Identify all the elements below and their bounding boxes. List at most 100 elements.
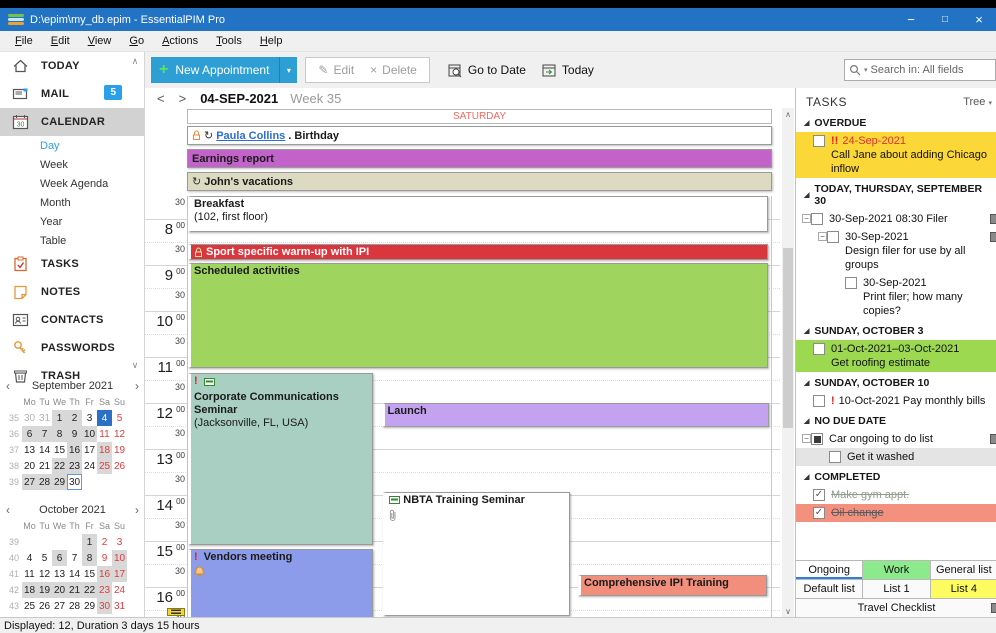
- prev-day-button[interactable]: <: [153, 91, 169, 106]
- sidebar-item-tasks[interactable]: TASKS: [0, 250, 144, 278]
- menu-actions[interactable]: Actions: [153, 32, 207, 50]
- sidebar-item-passwords[interactable]: PASSWORDS: [0, 334, 144, 362]
- mini-calendar-day[interactable]: 3: [112, 534, 127, 550]
- mini-calendar-day[interactable]: 24: [82, 458, 97, 474]
- menu-file[interactable]: File: [6, 32, 42, 50]
- mini-calendar-day[interactable]: 21: [37, 458, 52, 474]
- tab-work[interactable]: Work: [863, 561, 930, 579]
- task-checkbox[interactable]: [813, 135, 825, 147]
- menu-tools[interactable]: Tools: [207, 32, 251, 50]
- mini-calendar-day[interactable]: 7: [37, 426, 52, 442]
- task-row[interactable]: 30-Sep-2021Print filer; how many copies?: [796, 274, 996, 320]
- mini-calendar-day[interactable]: 14: [37, 442, 52, 458]
- mini-calendar-day[interactable]: 4: [97, 410, 112, 426]
- task-group-sunday-october-10[interactable]: ◢SUNDAY, OCTOBER 10: [796, 372, 996, 392]
- task-checkbox[interactable]: [811, 433, 823, 445]
- task-checkbox[interactable]: [845, 277, 857, 289]
- mini-calendar-day[interactable]: 9: [67, 426, 82, 442]
- sidebar-subitem-week-agenda[interactable]: Week Agenda: [0, 174, 144, 193]
- task-row[interactable]: −30-Sep-2021Design filer for use by all …: [796, 228, 996, 274]
- sidebar-subitem-month[interactable]: Month: [0, 193, 144, 212]
- tree-expander[interactable]: −: [802, 434, 811, 443]
- prev-month-arrow[interactable]: ‹: [6, 503, 16, 517]
- mini-calendar-day[interactable]: 6: [52, 550, 67, 566]
- event-breakfast[interactable]: Breakfast(102, first floor): [188, 196, 768, 232]
- mini-calendar-day[interactable]: 25: [97, 458, 112, 474]
- scroll-down-arrow[interactable]: ∨: [782, 605, 794, 617]
- menu-edit[interactable]: Edit: [42, 32, 79, 50]
- mini-calendar-day[interactable]: 15: [52, 442, 67, 458]
- sidebar-item-notes[interactable]: NOTES: [0, 278, 144, 306]
- search-input[interactable]: [871, 64, 971, 76]
- edit-button[interactable]: ✎ Edit: [310, 57, 362, 83]
- mini-calendar-day[interactable]: 8: [82, 550, 97, 566]
- mini-calendar-day[interactable]: 14: [67, 566, 82, 582]
- task-row[interactable]: !!24-Sep-2021Call Jane about adding Chic…: [796, 132, 996, 178]
- task-row[interactable]: Get it washed: [796, 448, 996, 466]
- day-column[interactable]: Breakfast(102, first floor) Sport specifi…: [187, 196, 772, 617]
- mini-calendar-day[interactable]: 7: [67, 550, 82, 566]
- mini-calendar-day[interactable]: 27: [22, 474, 37, 490]
- task-row[interactable]: ✓Make gym appt.: [796, 486, 996, 504]
- task-checkbox[interactable]: [811, 213, 823, 225]
- task-checkbox[interactable]: ✓: [813, 489, 825, 501]
- menu-help[interactable]: Help: [251, 32, 292, 50]
- minimize-button[interactable]: −: [894, 8, 928, 31]
- mini-calendar-day[interactable]: 24: [112, 582, 127, 598]
- mini-calendar-day[interactable]: 9: [97, 550, 112, 566]
- event-vendors-meeting[interactable]: !Vendors meeting: [188, 549, 373, 617]
- tasks-view-selector[interactable]: Tree ▾: [963, 96, 992, 108]
- event-corporate-communications-seminar[interactable]: !Corporate Communications Seminar(Jackso…: [188, 373, 373, 545]
- new-appointment-dropdown[interactable]: ▾: [279, 57, 297, 83]
- mini-calendar-day[interactable]: 16: [67, 442, 82, 458]
- search-box[interactable]: ▾: [844, 59, 996, 81]
- mini-calendar-day[interactable]: 13: [52, 566, 67, 582]
- mini-calendar-day[interactable]: 5: [112, 410, 127, 426]
- task-row[interactable]: −30-Sep-2021 08:30 Filer: [796, 210, 996, 228]
- mini-calendar-day[interactable]: 21: [67, 582, 82, 598]
- event-comprehensive-ipi-training[interactable]: Comprehensive IPI Training: [578, 575, 767, 596]
- mini-calendar-day[interactable]: 17: [82, 442, 97, 458]
- mini-calendar-day[interactable]: 13: [22, 442, 37, 458]
- goto-date-button[interactable]: Go to Date: [440, 57, 534, 83]
- mini-calendar-day[interactable]: 26: [112, 458, 127, 474]
- tab-general-list[interactable]: General list: [931, 561, 996, 579]
- task-checkbox[interactable]: [813, 395, 825, 407]
- mini-calendar-day[interactable]: 6: [22, 426, 37, 442]
- tab-ongoing[interactable]: Ongoing: [796, 561, 863, 579]
- mini-calendar-day[interactable]: 20: [22, 458, 37, 474]
- mini-calendar-day[interactable]: 31: [37, 410, 52, 426]
- mini-calendar-day[interactable]: 30: [97, 598, 112, 614]
- mini-calendar-day[interactable]: 26: [37, 598, 52, 614]
- close-button[interactable]: ×: [962, 8, 996, 31]
- task-checkbox[interactable]: [829, 451, 841, 463]
- mini-calendar-day[interactable]: 1: [52, 410, 67, 426]
- event-launch[interactable]: Launch: [382, 403, 770, 427]
- mini-calendar-day[interactable]: 18: [97, 442, 112, 458]
- task-row[interactable]: ✓Oil change: [796, 504, 996, 522]
- task-row[interactable]: −Car ongoing to do list: [796, 430, 996, 448]
- event-nbta-training-seminar[interactable]: NBTA Training Seminar: [383, 492, 570, 616]
- allday-event-johns-vacations[interactable]: ↻John's vacations: [187, 172, 772, 191]
- sidebar-subitem-week[interactable]: Week: [0, 155, 144, 174]
- today-button[interactable]: Today: [534, 57, 602, 83]
- delete-button[interactable]: × Delete: [362, 57, 425, 83]
- allday-event-earnings-report[interactable]: Earnings report: [187, 149, 772, 168]
- search-scope-dropdown[interactable]: ▾: [864, 66, 868, 74]
- mini-calendar-day[interactable]: 28: [37, 474, 52, 490]
- event-sport-warmup[interactable]: Sport specific warm-up with IPI: [188, 244, 768, 260]
- task-group-completed[interactable]: ◢COMPLETED: [796, 466, 996, 486]
- sidebar-subitem-year[interactable]: Year: [0, 212, 144, 231]
- allday-event-paula-collins-birthday[interactable]: ↻Paula Collins. Birthday: [187, 126, 772, 145]
- new-appointment-button[interactable]: + New Appointment ▾: [151, 57, 297, 83]
- mini-calendar-day[interactable]: 20: [52, 582, 67, 598]
- menu-view[interactable]: View: [79, 32, 121, 50]
- task-group-overdue[interactable]: ◢OVERDUE: [796, 112, 996, 132]
- mini-calendar-day[interactable]: 29: [82, 598, 97, 614]
- mini-calendar-day[interactable]: 23: [97, 582, 112, 598]
- mini-calendar-day[interactable]: 23: [67, 458, 82, 474]
- mini-calendar-day[interactable]: 2: [97, 534, 112, 550]
- prev-month-arrow[interactable]: ‹: [6, 379, 16, 393]
- sidebar-item-contacts[interactable]: CONTACTS: [0, 306, 144, 334]
- task-checkbox[interactable]: [813, 343, 825, 355]
